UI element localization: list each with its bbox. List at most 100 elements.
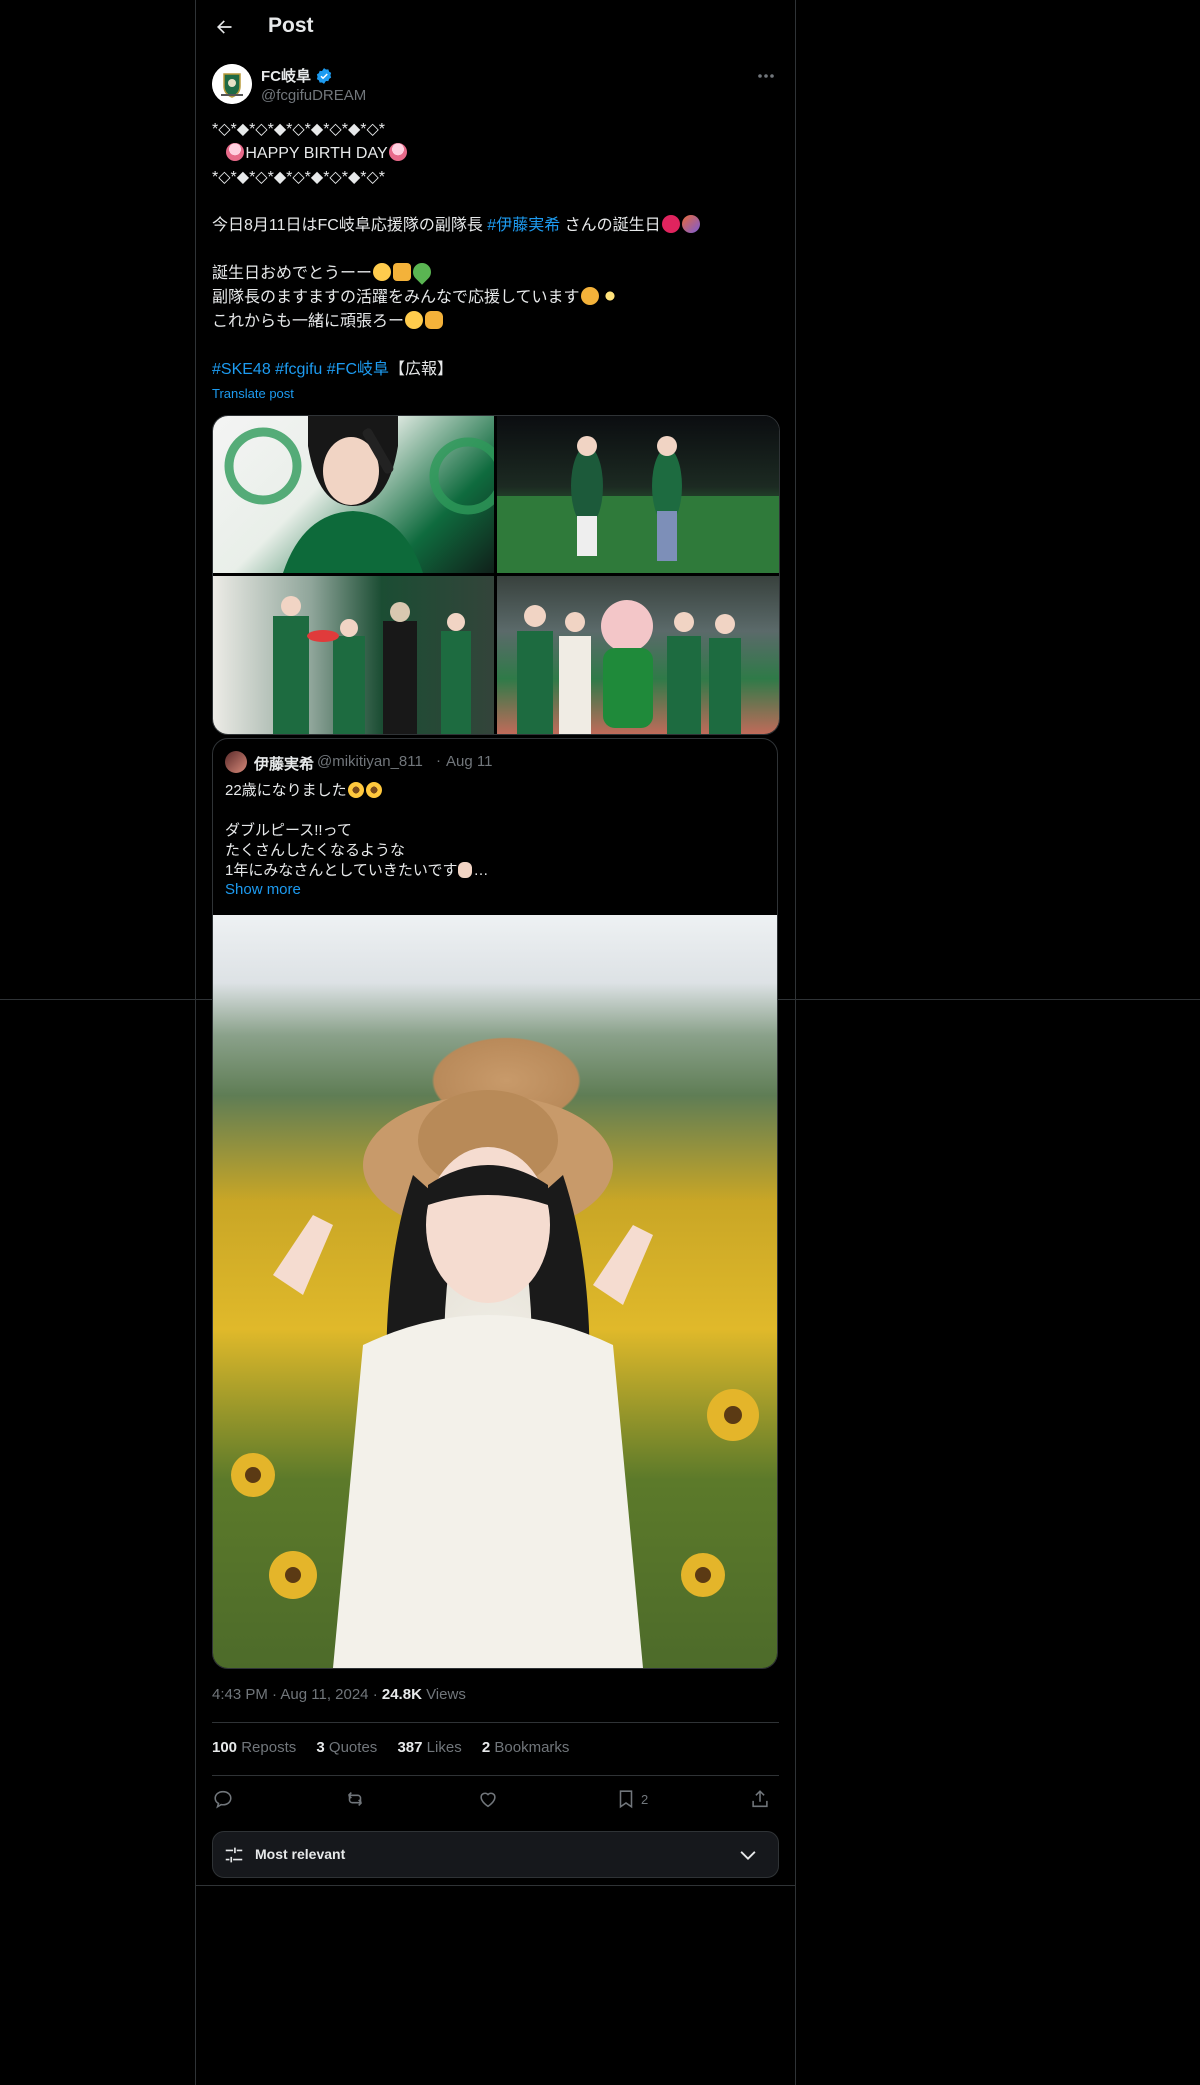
sparkles-emoji-icon	[600, 287, 619, 305]
engagement-stats: 100 Reposts 3 Quotes 387 Likes 2 Bookmar…	[212, 1739, 585, 1756]
grin-emoji-icon	[373, 263, 392, 281]
post-meta: 4:43 PM · Aug 11, 2024 · 24.8K Views	[212, 1686, 466, 1703]
sort-replies-dropdown[interactable]: Most relevant	[212, 1831, 779, 1878]
arrow-left-icon	[217, 20, 232, 34]
like-button[interactable]	[477, 1786, 499, 1812]
reposts-label: Reposts	[241, 1739, 297, 1756]
confetti-emoji-icon	[681, 215, 700, 233]
media-photo-2[interactable]	[497, 416, 779, 573]
divider	[212, 1775, 779, 1776]
quoted-line: ダブルピース!!って	[225, 822, 352, 839]
quoted-post[interactable]: 伊藤実希 @mikitiyan_811 · Aug 11 22歳になりました ダ…	[212, 738, 778, 1669]
smile-emoji-icon	[405, 311, 424, 329]
divider	[196, 1885, 795, 1886]
quoted-text-segment: 1年にみなさんとしていきたいです	[225, 862, 458, 879]
more-dots-icon	[758, 74, 774, 78]
quoted-line: 1年にみなさんとしていきたいです …	[225, 861, 765, 881]
post-line: 副隊長のますますの活躍をみんなで応援しています	[212, 286, 772, 310]
reposts-count: 100	[212, 1739, 238, 1756]
post-line: #SKE48 #fcgifu #FC岐阜【広報】	[212, 358, 772, 382]
photo-image-icon	[224, 416, 494, 573]
repost-icon	[348, 1792, 362, 1806]
victory-hand-emoji-icon	[458, 862, 473, 878]
quoted-post-date[interactable]: Aug 11	[446, 753, 492, 770]
post-line: 今日8月11日はFC岐阜応援隊の副隊長 #伊藤実希 さんの誕生日	[212, 214, 772, 238]
quoted-author-name[interactable]: 伊藤実希	[254, 753, 314, 774]
reposts-stat[interactable]: 100 Reposts	[212, 1739, 296, 1756]
sunflower-emoji-icon	[347, 782, 364, 798]
bookmark-button[interactable]: 2	[615, 1786, 648, 1812]
sunflower-emoji-icon	[365, 782, 382, 798]
author-name-text: FC岐阜	[261, 68, 311, 85]
media-photo-4[interactable]	[497, 576, 779, 734]
post-text-segment: 副隊長のますますの活躍をみんなで応援しています	[212, 289, 580, 306]
divider	[212, 1722, 779, 1723]
media-photo-3[interactable]	[213, 576, 494, 734]
media-photo-1[interactable]	[213, 416, 494, 573]
separator-dot: ·	[272, 1686, 278, 1703]
post-text-segment: さんの誕生日	[560, 217, 661, 234]
author-avatar[interactable]	[212, 64, 252, 104]
bookmark-icon	[619, 1790, 633, 1809]
photo-image-icon	[517, 600, 741, 734]
post-date[interactable]: Aug 11, 2024	[280, 1686, 368, 1703]
bookmarks-count: 2	[481, 1739, 491, 1756]
cake-emoji-icon	[226, 143, 245, 161]
translate-post-link[interactable]: Translate post	[212, 386, 294, 401]
photo-image-icon	[231, 1090, 759, 1668]
fist-emoji-icon	[425, 311, 444, 329]
author-handle[interactable]: @fcgifuDREAM	[261, 87, 366, 104]
post-text-segment: これからも一緒に頑張ろー	[212, 313, 405, 330]
top-bar: Post	[196, 0, 795, 53]
cake-emoji-icon	[388, 143, 407, 161]
quoted-post-text: 22歳になりました ダブルピース!!って たくさんしたくなるような 1年にみなさ…	[225, 781, 765, 881]
hashtag-link[interactable]: #fcgifu	[275, 361, 322, 378]
show-more-link[interactable]: Show more	[225, 881, 301, 898]
photo-image-icon	[273, 596, 471, 734]
likes-stat[interactable]: 387 Likes	[397, 1739, 461, 1756]
action-bar: 2	[212, 1786, 779, 1812]
author-name[interactable]: FC岐阜	[261, 65, 333, 86]
quoted-author-avatar[interactable]	[225, 751, 247, 773]
post-line: HAPPY BIRTH DAY	[212, 142, 772, 166]
share-button[interactable]	[749, 1786, 771, 1812]
hashtag-link[interactable]: #SKE48	[212, 361, 271, 378]
post-line: 誕生日おめでとうーー	[212, 259, 772, 286]
bookmarks-label: Bookmarks	[494, 1739, 570, 1756]
raised-hands-emoji-icon	[393, 263, 412, 281]
post-text-segment: 今日8月11日はFC岐阜応援隊の副隊長	[212, 217, 488, 234]
bookmarks-stat[interactable]: 2 Bookmarks	[482, 1739, 570, 1756]
share-icon	[752, 1790, 768, 1808]
quoted-author-handle[interactable]: @mikitiyan_811	[317, 753, 423, 770]
fc-gifu-logo-icon	[212, 64, 252, 104]
sliders-icon	[225, 1847, 243, 1863]
post-line: これからも一緒に頑張ろー	[212, 310, 772, 334]
chevron-down-icon	[740, 1851, 756, 1860]
likes-count: 387	[397, 1739, 423, 1756]
sort-label: Most relevant	[255, 1846, 346, 1862]
celebration-emoji-icon	[661, 215, 680, 233]
ellipsis: …	[473, 862, 489, 879]
hashtag-link[interactable]: #FC岐阜	[327, 361, 389, 378]
more-options-button[interactable]	[753, 66, 779, 86]
post-column: Post FC岐阜 @fcgifuDREAM *◇*◆*◇*◆*◇*◆*◇*◆*…	[195, 0, 796, 2085]
post-time[interactable]: 4:43 PM	[212, 1686, 268, 1703]
quotes-count: 3	[316, 1739, 325, 1756]
quoted-photo[interactable]	[213, 915, 777, 1668]
page-title: Post	[268, 14, 314, 37]
media-grid	[212, 415, 780, 735]
quoted-line: たくさんしたくなるような	[225, 842, 406, 859]
clap-emoji-icon	[580, 287, 599, 305]
repost-button[interactable]	[344, 1786, 366, 1812]
quoted-text-segment: 22歳になりました	[225, 782, 347, 799]
reply-button[interactable]	[212, 1786, 234, 1812]
green-heart-emoji-icon	[409, 259, 435, 285]
back-button[interactable]	[210, 13, 238, 41]
views-label: Views	[426, 1686, 466, 1703]
heart-icon	[480, 1792, 496, 1808]
quotes-stat[interactable]: 3 Quotes	[316, 1739, 377, 1756]
post-line: *◇*◆*◇*◆*◇*◆*◇*◆*◇*	[212, 121, 386, 138]
quoted-line: 22歳になりました	[225, 781, 765, 801]
hashtag-link[interactable]: #伊藤実希	[487, 217, 560, 234]
post-text-segment: 誕生日おめでとうーー	[212, 265, 373, 282]
